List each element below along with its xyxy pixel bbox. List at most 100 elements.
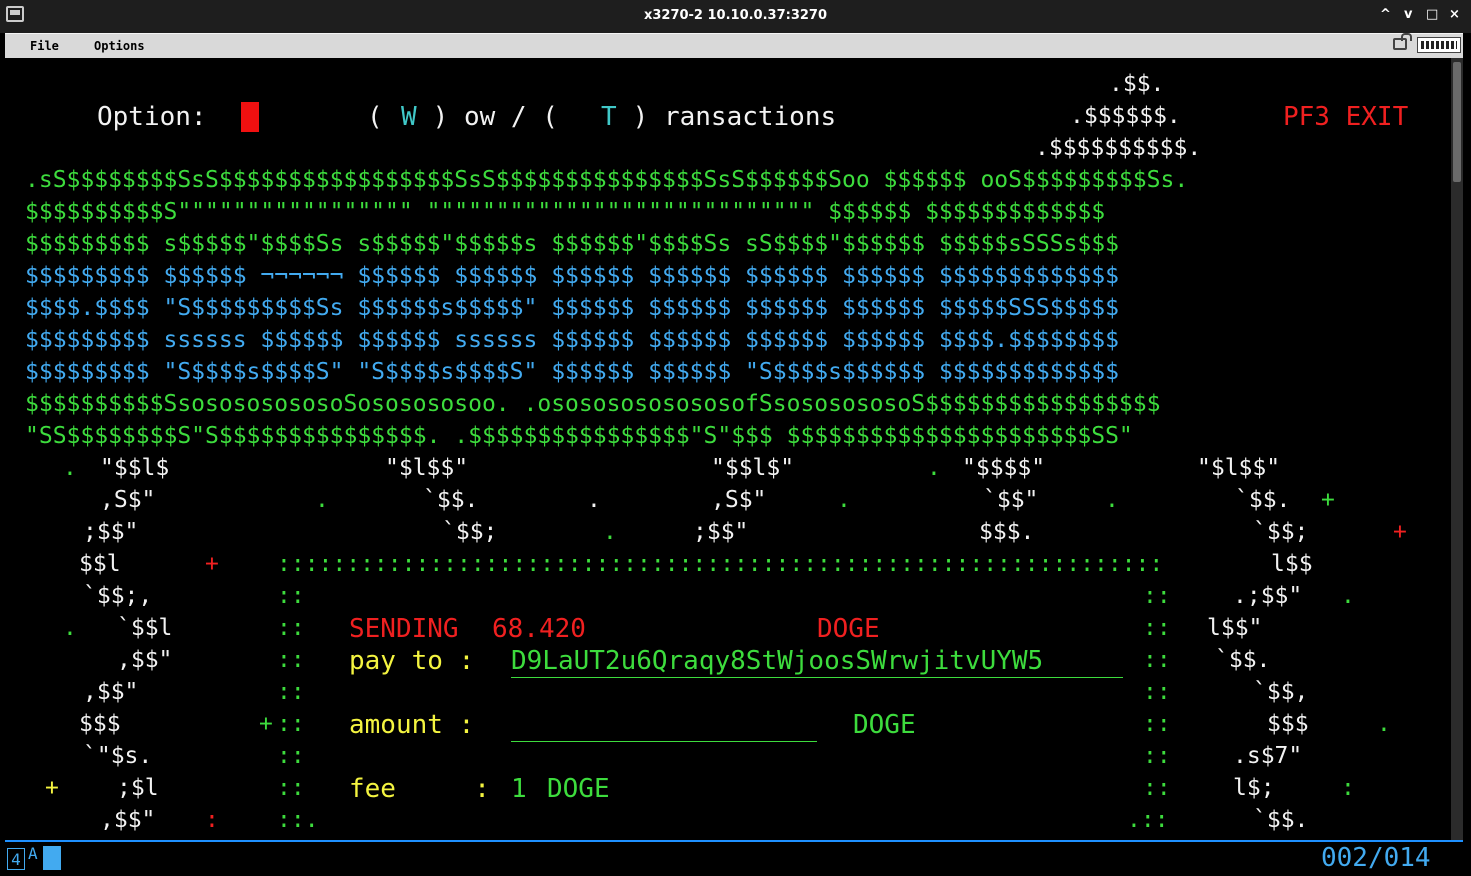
- window-title: x3270-2 10.10.0.37:3270: [643, 8, 828, 23]
- logo-top-line-3: .$$$$$$$$$$.: [1035, 135, 1202, 161]
- pay-to-underline: [511, 677, 1123, 678]
- minimize-button[interactable]: ^: [1380, 7, 1391, 22]
- leg-art: $$l: [79, 551, 121, 577]
- leg-art: l$$": [1207, 615, 1263, 641]
- sparkle: +: [259, 711, 273, 737]
- window-titlebar: x3270-2 10.10.0.37:3270 ^ v □ ×: [0, 0, 1471, 33]
- scrollbar-thumb[interactable]: [1453, 62, 1461, 182]
- banner-row: $$$$$$$$$$S""""""""""""""""" """""""""""…: [25, 199, 1106, 225]
- menu-bar: File Options: [5, 33, 1463, 59]
- leg-art: ;$$": [83, 519, 139, 545]
- sending-amount: 68.420: [492, 614, 586, 644]
- pay-to-address-field[interactable]: D9LaUT2u6Qraqy8StWjoosSWrwjitvUYW5: [511, 646, 1043, 676]
- restore-button[interactable]: □: [1426, 7, 1438, 22]
- lock-icon[interactable]: [1393, 33, 1412, 50]
- leg-art: ;$$": [693, 519, 749, 545]
- amount-label: amount :: [349, 710, 475, 740]
- banner-row: .sS$$$$$$$$SsS$$$$$$$$$$$$$$$$$SsS$$$$$$…: [25, 167, 1189, 193]
- leg-art: l$$: [1271, 551, 1313, 577]
- leg-art: `$$l: [117, 615, 173, 641]
- pf3-exit[interactable]: PF3 EXIT: [1283, 102, 1408, 132]
- banner-row: "SS$$$$$$$$S"S$$$$$$$$$$$$$$$. .$$$$$$$$…: [25, 423, 1133, 449]
- close-button[interactable]: ×: [1449, 7, 1460, 22]
- banner-row: $$$$.$$$$ "S$$$$$$$$$Ss $$$$$$s$$$$$" $$…: [25, 295, 1119, 321]
- banner-row: $$$$$$$$$ $$$$$$ ¬¬¬¬¬¬ $$$$$$ $$$$$$ $$…: [25, 263, 1119, 289]
- sparkle: .: [63, 615, 77, 641]
- sparkle: :: [1341, 775, 1355, 801]
- frame-top: ::::::::::::::::::::::::::::::::::::::::…: [277, 551, 1164, 577]
- fee-value: 1: [511, 774, 527, 804]
- option-input-cursor[interactable]: [241, 102, 259, 132]
- frame-left: ::: [277, 743, 305, 769]
- frame-right: ::: [1143, 679, 1171, 705]
- amount-underline: [511, 741, 817, 742]
- leg-art: .;$$": [1233, 583, 1303, 609]
- frame-left: ::: [277, 647, 305, 673]
- nav-wow-key[interactable]: W: [401, 102, 417, 132]
- keyboard-icon[interactable]: [1417, 37, 1461, 53]
- frame-left: ::: [277, 775, 305, 801]
- logo-top-line-1: .$$.: [1109, 71, 1165, 97]
- frame-left: ::: [277, 711, 305, 737]
- leg-art: `$$;,: [83, 583, 153, 609]
- banner-row: $$$$$$$$$$SsosososososoSososososoo. .oso…: [25, 391, 1161, 417]
- leg-art: `$$.: [1235, 487, 1291, 513]
- cursor-position: 002/014: [1321, 843, 1431, 873]
- frame-right: ::: [1143, 615, 1171, 641]
- sparkle: .: [1341, 583, 1355, 609]
- leg-art: `$$.: [1253, 807, 1309, 833]
- connection-indicator: 4: [7, 848, 25, 870]
- menu-file[interactable]: File: [30, 39, 59, 53]
- leg-art: ,$$": [117, 647, 173, 673]
- sparkle: .: [587, 487, 601, 513]
- logo-top-line-2: .$$$$$$.: [1070, 103, 1181, 129]
- leg-art: "$$$$": [962, 455, 1046, 481]
- leg-art: "$$l$: [100, 455, 170, 481]
- sparkle: .: [63, 455, 77, 481]
- leg-art: .s$7": [1233, 743, 1303, 769]
- mode-indicator: A: [28, 844, 38, 863]
- sparkle: .: [927, 455, 941, 481]
- frame-left: ::: [277, 679, 305, 705]
- leg-art: `$$.: [423, 487, 479, 513]
- sparkle: .: [1105, 487, 1119, 513]
- sparkle: .: [603, 519, 617, 545]
- frame-left: ::: [277, 583, 305, 609]
- fee-label: fee :: [349, 774, 490, 804]
- oia-cursor-block: [43, 846, 61, 870]
- menu-options[interactable]: Options: [94, 39, 145, 53]
- leg-art: ,$$": [100, 807, 156, 833]
- leg-art: `$$,: [1253, 679, 1309, 705]
- frame-right: ::: [1143, 775, 1171, 801]
- amount-input-field[interactable]: [511, 710, 817, 740]
- leg-art: `$$": [983, 487, 1039, 513]
- banner-row: $$$$$$$$$ ssssss $$$$$$ $$$$$$ ssssss $$…: [25, 327, 1119, 353]
- nav-transactions-key[interactable]: T: [601, 102, 617, 132]
- sparkle: .: [315, 487, 329, 513]
- leg-art: ;$l: [117, 775, 159, 801]
- frame-right: ::: [1143, 647, 1171, 673]
- amount-currency: DOGE: [853, 710, 916, 740]
- frame-right: .::: [1127, 807, 1169, 833]
- sparkle: +: [45, 775, 59, 801]
- leg-art: $$$: [79, 711, 121, 737]
- leg-art: ,$$": [83, 679, 139, 705]
- vertical-scrollbar[interactable]: [1451, 58, 1463, 840]
- leg-art: `"$s.: [83, 743, 153, 769]
- frame-left: ::: [277, 615, 305, 641]
- sparkle: +: [205, 551, 219, 577]
- leg-art: "$l$$": [385, 455, 469, 481]
- sparkle: .: [837, 487, 851, 513]
- nav-w-prefix: (: [367, 102, 399, 132]
- maximize-button[interactable]: v: [1404, 7, 1412, 22]
- pay-to-label: pay to :: [349, 646, 475, 676]
- leg-art: $$$.: [979, 519, 1035, 545]
- leg-art: ,S$": [100, 487, 156, 513]
- option-label: Option:: [97, 102, 207, 132]
- leg-art: `$$.: [1215, 647, 1271, 673]
- banner-row: $$$$$$$$$ "S$$$$s$$$$S" "S$$$$s$$$$S" $$…: [25, 359, 1119, 385]
- sparkle: +: [1393, 519, 1407, 545]
- terminal-screen[interactable]: Option: ( W ) ow / ( T ) ransactions PF3…: [5, 58, 1451, 840]
- leg-art: "$$l$": [711, 455, 795, 481]
- leg-art: "$l$$": [1197, 455, 1281, 481]
